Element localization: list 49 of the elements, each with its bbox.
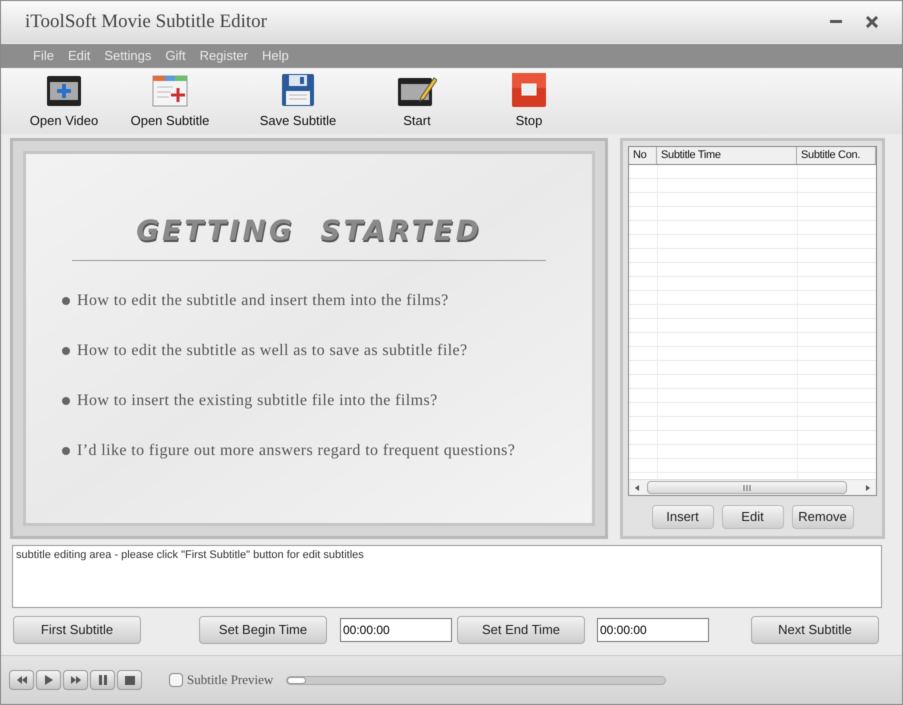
bullet-icon bbox=[62, 447, 70, 455]
subtitle-control-button[interactable]: Set End Time bbox=[457, 616, 585, 644]
stop-icon bbox=[124, 676, 134, 684]
subtitle-control-button[interactable]: Next Subtitle bbox=[751, 616, 879, 644]
table-button[interactable]: Remove bbox=[792, 505, 854, 529]
subtitle-control-button[interactable]: Set Begin Time bbox=[199, 616, 327, 644]
play-icon bbox=[44, 675, 52, 685]
playback-button[interactable] bbox=[90, 670, 115, 690]
progress-track[interactable] bbox=[286, 676, 666, 684]
time-field[interactable]: 00:00:00 bbox=[340, 618, 452, 642]
bullet-icon bbox=[62, 397, 70, 405]
column-header[interactable]: Subtitle Con. bbox=[797, 147, 876, 164]
checkbox-label: Subtitle Preview bbox=[187, 671, 274, 690]
film-pencil-icon bbox=[397, 74, 437, 106]
table-button[interactable]: Insert bbox=[652, 505, 714, 529]
playback-button[interactable] bbox=[9, 670, 34, 690]
subtitle-control-button[interactable]: First Subtitle bbox=[13, 616, 141, 644]
close-icon[interactable] bbox=[866, 16, 878, 28]
heading: GETTING STARTED bbox=[136, 213, 482, 249]
toolbar-button[interactable]: Start bbox=[363, 70, 471, 130]
pause-icon bbox=[98, 675, 106, 685]
document-plus-icon bbox=[152, 74, 188, 106]
help-link[interactable]: I’d like to figure out more answers regard to frequent questions? bbox=[77, 439, 516, 463]
help-link[interactable]: How to edit the subtitle as well as to save as subtitle file? bbox=[77, 339, 468, 363]
bullet-icon bbox=[62, 347, 70, 355]
window-title: iToolSoft Movie Subtitle Editor bbox=[25, 10, 267, 34]
toolbar-button[interactable]: Stop bbox=[471, 70, 587, 130]
stop-icon bbox=[512, 72, 546, 106]
toolbar-button[interactable]: Save Subtitle bbox=[233, 70, 363, 130]
playback-button[interactable] bbox=[63, 670, 88, 690]
fast-forward-icon bbox=[70, 676, 80, 684]
playback-button[interactable] bbox=[36, 670, 61, 690]
horizontal-scrollbar[interactable] bbox=[629, 479, 876, 495]
checkbox[interactable] bbox=[169, 673, 183, 687]
playback-button[interactable] bbox=[117, 670, 142, 690]
toolbar-button[interactable]: Open Video bbox=[21, 70, 107, 130]
minimize-icon[interactable] bbox=[830, 20, 842, 24]
help-link[interactable]: How to insert the existing subtitle file into the films? bbox=[77, 389, 438, 413]
column-header[interactable]: Subtitle Time bbox=[657, 147, 797, 164]
rewind-icon bbox=[16, 676, 26, 684]
table-button[interactable]: Edit bbox=[722, 505, 784, 529]
column-header[interactable]: No bbox=[629, 147, 657, 164]
scrollbar-thumb[interactable] bbox=[647, 481, 847, 494]
toolbar-button[interactable]: Open Subtitle bbox=[107, 70, 233, 130]
subtitle-editing-area[interactable]: subtitle editing area - please click "First Subtitle" button for edit subtitles bbox=[12, 545, 882, 608]
film-plus-icon bbox=[46, 74, 82, 106]
help-link[interactable]: How to edit the subtitle and insert them into the films? bbox=[77, 289, 449, 313]
bullet-icon bbox=[62, 297, 70, 305]
time-field[interactable]: 00:00:00 bbox=[597, 618, 709, 642]
